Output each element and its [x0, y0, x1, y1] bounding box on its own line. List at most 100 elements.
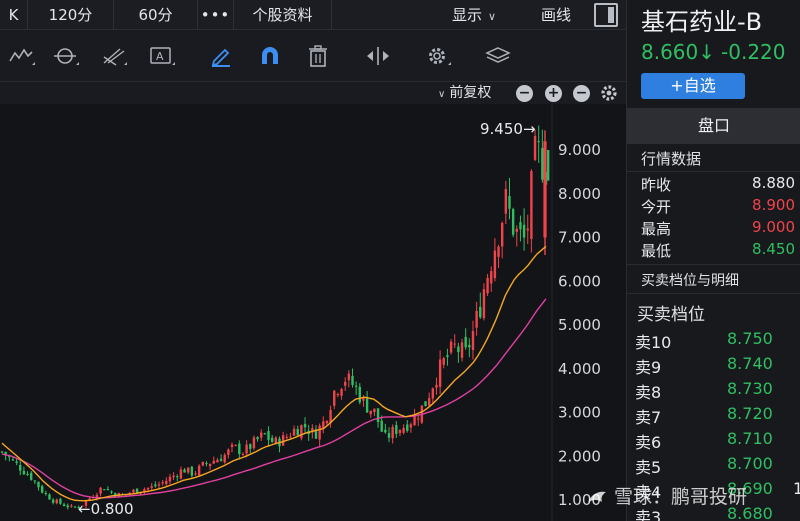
- candle-body: [325, 421, 329, 424]
- quote-row: 最高 9.000 市: [641, 218, 800, 240]
- y-tick-label: 4.000: [558, 360, 601, 378]
- display-label: 显示: [452, 6, 483, 24]
- candle-body: [15, 461, 18, 463]
- candle-body: [0, 451, 4, 453]
- y-tick-label: 9.000: [558, 141, 601, 159]
- trash-icon[interactable]: [304, 42, 332, 70]
- tab-120min[interactable]: 120分: [28, 0, 114, 30]
- candle-body: [51, 499, 55, 503]
- candle-body: [409, 424, 413, 428]
- candle-body: [150, 486, 153, 488]
- candle-body: [547, 150, 550, 181]
- candle-body: [530, 171, 533, 240]
- candle-body: [365, 397, 369, 413]
- book-detail-title[interactable]: 买卖档位与明细: [641, 270, 739, 290]
- candle-body: [154, 484, 157, 487]
- tab-60min[interactable]: 60分: [114, 0, 198, 30]
- candle-body: [358, 386, 361, 403]
- max-price-label: 9.450→: [480, 120, 536, 138]
- candle-body: [62, 504, 66, 507]
- ma-long-line: [1, 298, 547, 499]
- candle-body: [347, 373, 351, 381]
- candle-body: [205, 463, 208, 465]
- price-adjust-dropdown[interactable]: ∨ 前复权: [438, 82, 491, 104]
- ask-price: 8.720: [727, 404, 773, 423]
- line-tool-icon[interactable]: [8, 42, 36, 70]
- kline-chart[interactable]: 1.000 2.000 3.000 4.000 5.000 6.000 7.000 8.000…: [0, 104, 626, 521]
- chevron-down-icon: ∨: [488, 10, 497, 23]
- svg-text:A: A: [156, 50, 164, 63]
- chart-settings-icon[interactable]: [600, 84, 618, 102]
- candle-body: [336, 394, 340, 396]
- tab-stock-profile[interactable]: 个股资料: [234, 0, 332, 30]
- y-tick-label: 2.000: [558, 447, 601, 465]
- candle-body: [201, 461, 205, 466]
- candle-body: [70, 505, 73, 507]
- candle-body: [442, 358, 445, 365]
- candle-body: [146, 487, 150, 490]
- candle-body: [391, 427, 394, 439]
- candle-body: [219, 458, 223, 462]
- candle-body: [522, 224, 526, 238]
- candle-body: [431, 388, 435, 399]
- watermark-text: 雪球：鹏哥投研: [614, 486, 748, 508]
- layers-icon[interactable]: [484, 42, 512, 70]
- ask-label: 卖6: [635, 433, 662, 452]
- candle-body: [479, 306, 482, 318]
- last-price: 8.660↓: [641, 40, 716, 64]
- stock-name: 基石药业-B: [641, 8, 763, 36]
- watermark: 雪球：鹏哥投研: [586, 482, 747, 509]
- candle-body: [48, 494, 51, 500]
- candle-body: [497, 246, 500, 257]
- candle-body: [380, 420, 383, 432]
- display-dropdown[interactable]: 显示 ∨: [452, 0, 496, 30]
- candle-body: [417, 418, 420, 420]
- collapse-icon[interactable]: −: [573, 85, 590, 102]
- draw-line-button[interactable]: 画线: [528, 0, 584, 30]
- quote-value: 8.900: [752, 196, 795, 214]
- candle-body: [267, 431, 270, 440]
- settings-icon[interactable]: [424, 42, 452, 70]
- ask-price: 8.740: [727, 354, 773, 373]
- add-watchlist-button[interactable]: +自选: [641, 73, 745, 99]
- candle-body: [208, 463, 212, 467]
- ask-row: 卖6 8.710: [635, 429, 800, 454]
- period-tab-bar: K 120分 60分 ••• 个股资料 显示 ∨ 画线: [0, 0, 626, 30]
- candle-body: [168, 476, 172, 482]
- candle-body: [515, 228, 518, 232]
- candle-body: [543, 141, 547, 238]
- tab-order-book[interactable]: 盘口: [627, 108, 800, 144]
- candle-body: [504, 188, 508, 214]
- candle-body: [395, 424, 398, 434]
- candle-body: [66, 505, 69, 508]
- quote-value: 8.450: [752, 240, 795, 258]
- side-panel-toggle-icon[interactable]: [594, 3, 618, 27]
- candle-body: [161, 482, 164, 484]
- candle-body: [300, 425, 303, 439]
- quote-value: 8.880: [752, 174, 795, 192]
- candle-body: [296, 428, 299, 436]
- candle-body: [493, 250, 497, 279]
- candle-body: [37, 481, 40, 488]
- ask-row: 卖8 8.730: [635, 379, 800, 404]
- adjust-label: 前复权: [449, 85, 492, 101]
- candle-body: [40, 486, 44, 493]
- drawing-toolbar: A: [0, 30, 626, 82]
- tab-kline-partial[interactable]: K: [0, 0, 28, 30]
- split-icon[interactable]: [364, 42, 392, 70]
- candle-body: [482, 289, 486, 319]
- cycle-tool-icon[interactable]: [52, 42, 80, 70]
- min-price-label: ←0.800: [78, 500, 134, 518]
- fork-tool-icon[interactable]: [100, 42, 128, 70]
- zoom-out-icon[interactable]: −: [516, 85, 533, 102]
- magnet-icon[interactable]: [256, 42, 284, 70]
- candle-body: [73, 506, 77, 508]
- quote-label: 最低: [641, 242, 672, 260]
- zoom-in-icon[interactable]: +: [545, 85, 562, 102]
- candle-body: [252, 437, 256, 449]
- divider: [627, 293, 800, 294]
- text-tool-icon[interactable]: A: [148, 42, 176, 70]
- candle-body: [59, 498, 62, 504]
- more-periods-button[interactable]: •••: [198, 0, 234, 30]
- pen-icon[interactable]: [208, 42, 236, 70]
